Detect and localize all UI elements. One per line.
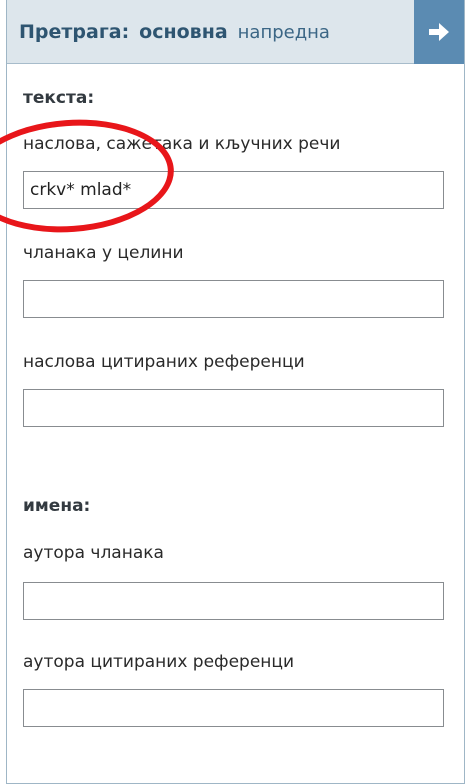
names-section-heading: имена: — [23, 496, 91, 516]
tab-advanced-search[interactable]: напредна — [238, 22, 330, 43]
cited-reference-authors-input[interactable] — [23, 689, 444, 727]
text-section-heading: текста: — [23, 88, 95, 108]
titles-abstracts-keywords-input[interactable] — [23, 171, 444, 209]
article-authors-input[interactable] — [23, 582, 444, 620]
arrow-right-icon — [429, 23, 449, 41]
tab-basic-search[interactable]: основна — [139, 21, 227, 43]
search-header: Претрага: основна напредна — [7, 0, 464, 64]
search-title: Претрага: — [19, 20, 130, 43]
search-panel: Претрага: основна напредна текста: насло… — [6, 0, 465, 784]
search-submit-button[interactable] — [414, 0, 464, 64]
cited-reference-titles-label: наслова цитираних референци — [23, 352, 305, 372]
cited-reference-titles-input[interactable] — [23, 389, 444, 427]
full-text-input[interactable] — [23, 280, 444, 318]
article-authors-label: аутора чланака — [23, 543, 164, 563]
search-mode-switch: Претрага: основна напредна — [7, 21, 330, 43]
cited-reference-authors-label: аутора цитираних референци — [23, 652, 295, 672]
titles-abstracts-keywords-label: наслова, сажетака и кључних речи — [23, 134, 341, 154]
full-text-label: чланака у целини — [23, 243, 184, 263]
